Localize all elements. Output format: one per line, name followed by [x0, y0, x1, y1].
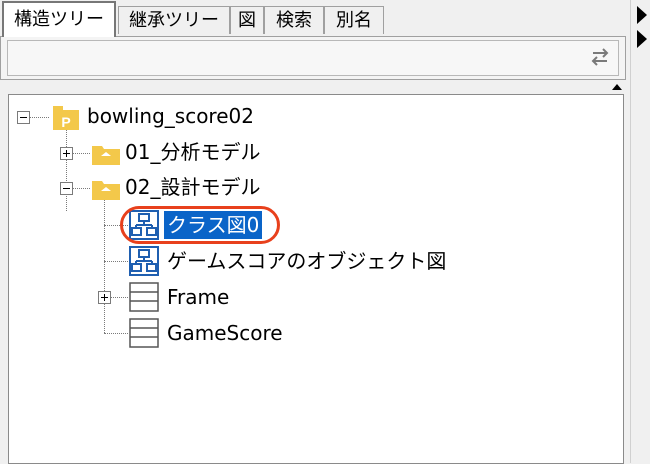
structure-tree-panel: 構造ツリー 継承ツリー 図 検索 別名 P bowling_score02 01… — [0, 0, 650, 464]
tree-item-gamescore[interactable]: GameScore — [167, 319, 283, 347]
tree-connector — [104, 199, 106, 333]
tab-inheritance-tree[interactable]: 継承ツリー — [118, 6, 230, 34]
class-icon — [129, 318, 159, 348]
expand-right-icon[interactable] — [637, 6, 647, 24]
svg-text:P: P — [61, 114, 70, 130]
folder-icon — [92, 146, 120, 165]
tree-toolbar — [0, 36, 626, 80]
tree-item-object-diagram[interactable]: ゲームスコアのオブジェクト図 — [167, 247, 446, 275]
scroll-up-arrow-icon[interactable] — [612, 84, 622, 90]
tab-alias[interactable]: 別名 — [324, 6, 384, 34]
expand-toggle-frame[interactable] — [98, 291, 111, 304]
tab-diagram[interactable]: 図 — [230, 6, 264, 34]
collapse-toggle-design[interactable] — [60, 182, 73, 195]
package-icon: P — [53, 106, 79, 130]
tree-connector — [104, 333, 128, 335]
tree-item-root[interactable]: bowling_score02 — [87, 102, 254, 130]
tab-search[interactable]: 検索 — [264, 6, 324, 34]
folder-icon — [92, 181, 120, 200]
collapse-toggle-root[interactable] — [17, 111, 30, 124]
side-panel-strip — [630, 0, 650, 463]
expand-right-icon-2[interactable] — [637, 30, 647, 48]
tree-connector — [104, 261, 128, 263]
tree-view[interactable]: P bowling_score02 01_分析モデル 02_設計モデル クラス図… — [8, 94, 624, 464]
tab-bar: 構造ツリー 継承ツリー 図 検索 別名 — [0, 0, 630, 37]
tree-connector — [104, 225, 128, 227]
tree-connector — [66, 125, 68, 211]
sync-arrows-icon[interactable] — [589, 46, 611, 68]
toolbar-inner — [7, 40, 619, 76]
tree-item-analysis-model[interactable]: 01_分析モデル — [125, 138, 260, 166]
class-icon — [129, 282, 159, 312]
tree-item-class-diagram-0[interactable]: クラス図0 — [164, 211, 263, 239]
tree-item-frame[interactable]: Frame — [167, 283, 229, 311]
class-diagram-icon — [129, 246, 159, 276]
tab-structure-tree[interactable]: 構造ツリー — [2, 1, 116, 37]
expand-toggle-analysis[interactable] — [60, 147, 73, 160]
class-diagram-icon — [129, 210, 159, 240]
tree-item-design-model[interactable]: 02_設計モデル — [125, 173, 260, 201]
